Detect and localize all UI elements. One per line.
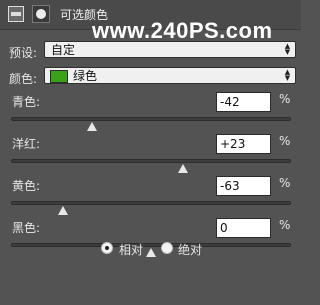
magenta-slider-thumb[interactable] [178,164,188,173]
radio-relative[interactable] [101,242,113,254]
adjustment-layer-icon[interactable] [8,6,24,22]
colors-value: 绿色 [73,69,98,83]
colors-select[interactable]: 绿色 ▲ ▼ [44,67,296,84]
magenta-slider-track[interactable] [11,159,291,163]
magenta-percent-unit: % [279,134,291,148]
layer-mask-icon[interactable] [32,5,50,23]
color-swatch [50,70,68,83]
cyan-slider-thumb[interactable] [87,122,97,131]
magenta-label: 洋红: [12,137,41,151]
colors-label: 颜色: [9,72,38,86]
yellow-label: 黄色: [12,179,41,193]
preset-value: 自定 [51,43,76,57]
yellow-percent-unit: % [279,176,291,190]
radio-relative-label: 相对 [119,243,144,257]
black-percent-unit: % [279,218,291,232]
black-label: 黑色: [12,221,41,235]
cyan-label: 青色: [12,95,41,109]
preset-select[interactable]: 自定 ▲ ▼ [44,41,296,58]
yellow-value-input[interactable]: -63 [216,176,271,196]
cyan-value-input[interactable]: -42 [216,92,271,112]
select-arrows-icon: ▲ ▼ [284,68,291,82]
yellow-slider-thumb[interactable] [58,206,68,215]
black-value-input[interactable]: 0 [216,218,271,238]
preset-label: 预设: [9,46,38,60]
cyan-percent-unit: % [279,92,291,106]
magenta-value-input[interactable]: +23 [216,134,271,154]
radio-absolute-label: 绝对 [178,243,203,257]
radio-absolute[interactable] [161,242,173,254]
select-arrows-icon: ▲ ▼ [284,42,291,56]
black-slider-track[interactable] [11,243,291,247]
cyan-slider-track[interactable] [11,117,291,121]
black-slider-thumb[interactable] [146,248,156,257]
yellow-slider-track[interactable] [11,201,291,205]
